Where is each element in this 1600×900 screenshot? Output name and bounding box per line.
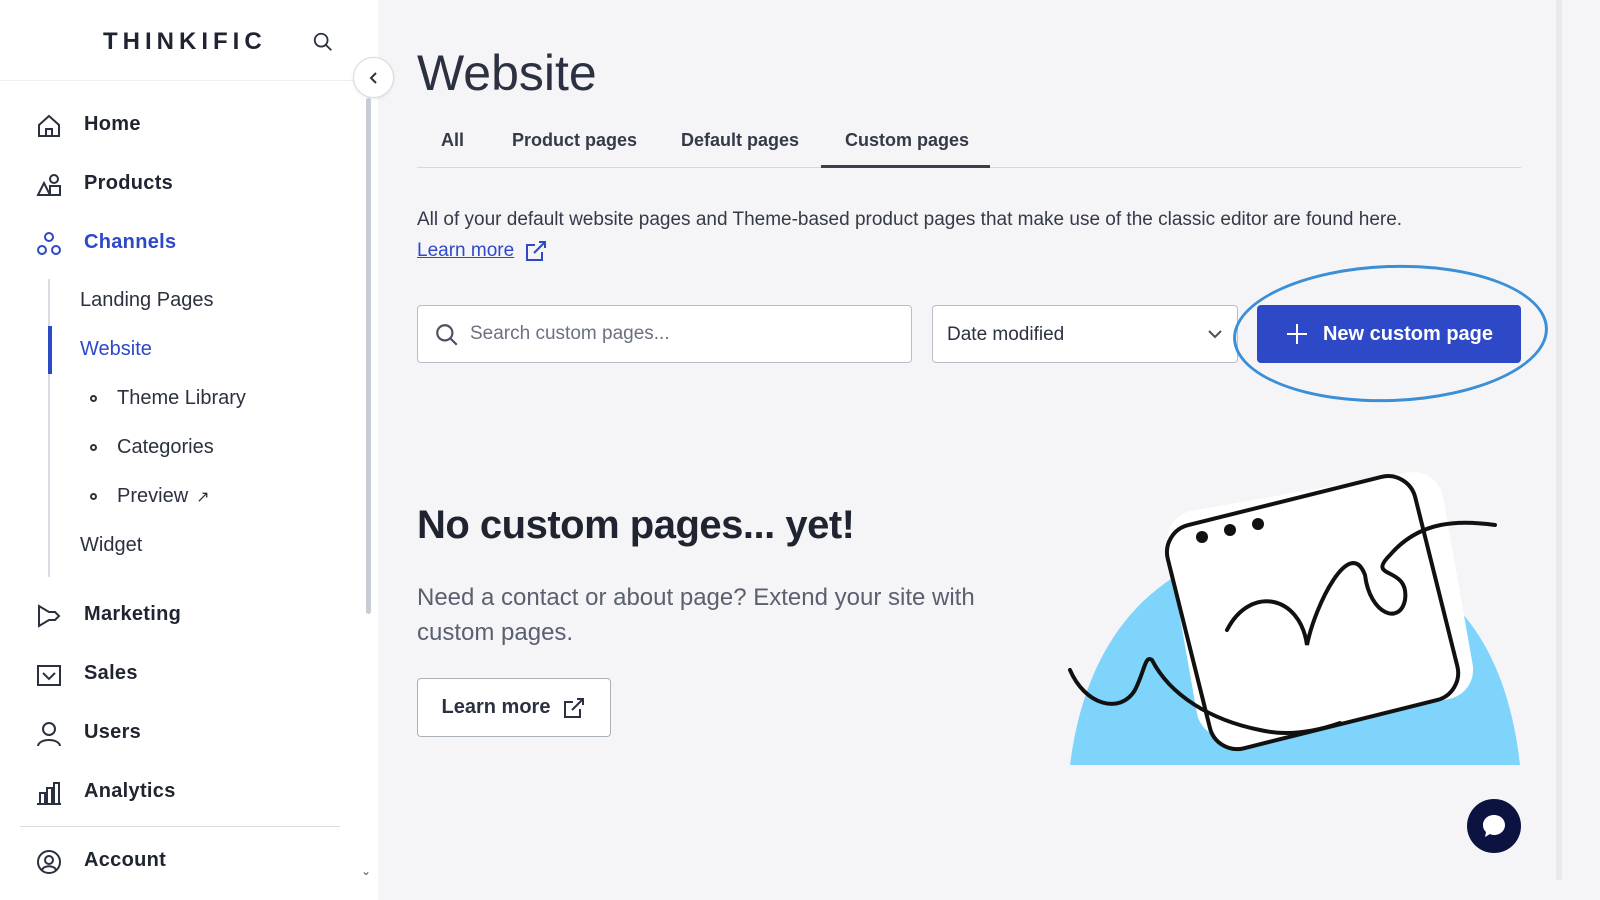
- sidebar-sub-label: Categories: [117, 436, 214, 458]
- home-icon: [38, 114, 60, 137]
- sidebar-item-label: Analytics: [84, 779, 176, 802]
- sidebar-scrollbar[interactable]: [366, 98, 371, 614]
- inbox-icon: [37, 665, 61, 686]
- learn-more-link[interactable]: Learn more: [417, 239, 548, 263]
- plus-icon: [1286, 324, 1307, 344]
- sidebar-item-sales[interactable]: Sales: [0, 651, 360, 695]
- sidebar-item-products[interactable]: Products: [0, 161, 360, 205]
- sidebar-item-label: Channels: [84, 230, 177, 253]
- sidebar-item-label: Products: [84, 171, 174, 194]
- sidebar: THINKIFIC Home Products Channels Landing…: [0, 0, 378, 900]
- brand-row: THINKIFIC: [0, 0, 378, 81]
- learn-more-button[interactable]: Learn more: [417, 678, 611, 737]
- sidebar-sub-preview[interactable]: Preview ↗: [90, 485, 210, 508]
- collapse-sidebar-button[interactable]: [353, 57, 394, 98]
- chevron-down-icon: [1208, 330, 1222, 339]
- sort-dropdown[interactable]: Date modified: [932, 305, 1238, 363]
- chevron-left-icon: [369, 71, 377, 84]
- search-input[interactable]: [470, 314, 890, 354]
- bullet-icon: [90, 444, 97, 451]
- sidebar-item-label: Account: [84, 848, 167, 871]
- page-description: All of your default website pages and Th…: [417, 209, 1403, 230]
- sidebar-sub-widget[interactable]: Widget: [80, 534, 142, 557]
- bar-chart-icon: [37, 782, 61, 805]
- sidebar-item-account[interactable]: Account: [0, 838, 360, 882]
- tab-product-pages[interactable]: Product pages: [512, 130, 637, 151]
- sidebar-sub-label: Preview: [117, 485, 189, 507]
- sidebar-sub-label: Theme Library: [117, 387, 246, 409]
- chat-button[interactable]: [1467, 799, 1521, 853]
- tab-bar: All Product pages Default pages Custom p…: [417, 118, 1521, 168]
- sidebar-item-channels[interactable]: Channels: [0, 220, 360, 264]
- sidebar-sub-theme-library[interactable]: Theme Library: [90, 387, 246, 410]
- scroll-down-icon[interactable]: ⌄: [361, 864, 371, 878]
- learn-more-label: Learn more: [417, 240, 515, 261]
- submenu-line: [48, 279, 50, 577]
- sidebar-sub-landing-pages[interactable]: Landing Pages: [80, 289, 213, 312]
- megaphone-icon: [38, 604, 61, 628]
- sidebar-item-label: Users: [84, 720, 142, 743]
- account-icon: [37, 850, 61, 874]
- learn-more-button-label: Learn more: [441, 696, 551, 718]
- bullet-icon: [90, 395, 97, 402]
- sidebar-item-label: Marketing: [84, 602, 182, 625]
- tab-default-pages[interactable]: Default pages: [681, 130, 799, 151]
- sidebar-sub-categories[interactable]: Categories: [90, 436, 214, 459]
- thinkific-logo[interactable]: THINKIFIC: [103, 28, 267, 56]
- tab-custom-pages[interactable]: Custom pages: [845, 130, 969, 151]
- new-custom-page-button[interactable]: New custom page: [1257, 305, 1521, 363]
- bullet-icon: [90, 493, 97, 500]
- sidebar-item-users[interactable]: Users: [0, 710, 360, 754]
- sidebar-item-marketing[interactable]: Marketing: [0, 592, 360, 636]
- shapes-icon: [36, 174, 61, 196]
- sidebar-sub-website[interactable]: Website: [80, 338, 152, 361]
- empty-state-title: No custom pages... yet!: [417, 503, 855, 547]
- empty-state-description: Need a contact or about page? Extend you…: [417, 584, 975, 646]
- sidebar-item-label: Home: [84, 112, 141, 135]
- page-scrollbar[interactable]: [1556, 0, 1562, 880]
- submenu-active-indicator: [48, 326, 52, 374]
- arrow-up-right-icon: ↗: [196, 488, 210, 506]
- page-title: Website: [417, 45, 597, 101]
- chat-bubble-icon: [1483, 815, 1505, 837]
- sidebar-divider: [20, 826, 340, 827]
- channels-icon: [37, 232, 61, 255]
- sidebar-item-home[interactable]: Home: [0, 102, 360, 146]
- empty-state-illustration: [1068, 472, 1520, 765]
- tab-all[interactable]: All: [441, 130, 464, 151]
- sidebar-item-label: Sales: [84, 661, 138, 684]
- search-icon: [436, 324, 458, 346]
- new-custom-page-label: New custom page: [1322, 322, 1494, 345]
- search-icon[interactable]: [312, 31, 334, 53]
- sort-selected-value: Date modified: [947, 324, 1065, 345]
- external-link-icon: [526, 241, 547, 261]
- sidebar-item-analytics[interactable]: Analytics: [0, 769, 360, 813]
- user-icon: [37, 722, 61, 747]
- external-link-icon: [564, 697, 585, 718]
- search-field[interactable]: [417, 305, 912, 363]
- active-tab-indicator: [821, 165, 990, 168]
